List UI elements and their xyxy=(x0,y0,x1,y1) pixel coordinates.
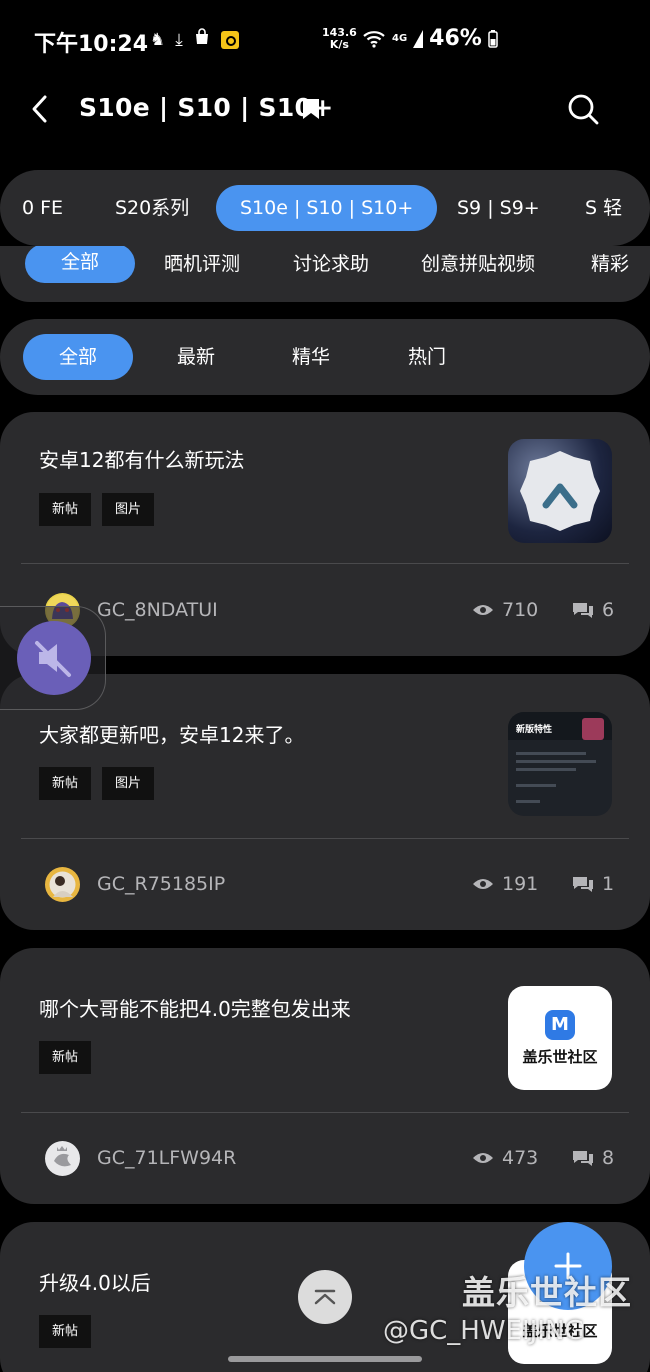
comment-count: 6 xyxy=(572,599,614,621)
floating-mute-button[interactable] xyxy=(0,606,106,710)
scroll-to-top-button[interactable] xyxy=(298,1270,352,1324)
tag-image: 图片 xyxy=(102,493,155,526)
network-speed-unit: K/s xyxy=(329,38,349,51)
battery-percent: 46% xyxy=(429,26,482,51)
post-title: 安卓12都有什么新玩法 xyxy=(39,448,245,472)
sort-tabs: 全部 最新 精华 热门 xyxy=(0,319,650,395)
category-all[interactable]: 全部 xyxy=(25,246,136,283)
eye-icon xyxy=(473,605,493,615)
crown-bird-avatar-icon xyxy=(46,1142,79,1175)
network-speed: 143.6 K/s xyxy=(322,27,357,51)
post-author[interactable]: GC_71LFW94R xyxy=(97,1147,236,1169)
comment-count-value: 8 xyxy=(602,1147,615,1169)
view-count: 473 xyxy=(472,1147,538,1169)
search-icon[interactable] xyxy=(566,92,600,126)
comment-count-value: 1 xyxy=(602,873,615,895)
back-arrow-icon[interactable] xyxy=(26,92,56,126)
post-title: 哪个大哥能不能把4.0完整包发出来 xyxy=(39,997,351,1021)
android12-logo-icon xyxy=(520,451,600,531)
post-thumbnail: 新版特性 xyxy=(508,712,612,816)
sort-hot[interactable]: 热门 xyxy=(408,334,446,380)
signal-icon xyxy=(413,29,424,48)
post-author[interactable]: GC_R75185IP xyxy=(97,873,225,895)
comment-count: 1 xyxy=(572,873,614,895)
divider xyxy=(21,563,629,564)
shopping-bag-icon xyxy=(193,28,211,51)
category-creative-video[interactable]: 创意拼贴视频 xyxy=(421,246,535,285)
chevron-up-icon xyxy=(314,1289,336,1305)
divider xyxy=(21,1112,629,1113)
post-author[interactable]: GC_8NDATUI xyxy=(97,599,218,621)
notification-person-icon: ♞ xyxy=(150,29,166,50)
community-logo-icon: M xyxy=(545,1010,575,1040)
tab-s20-fe[interactable]: 0 FE xyxy=(22,185,63,231)
status-right: 4G 46% xyxy=(362,26,498,51)
tag-new: 新帖 xyxy=(39,1041,92,1074)
post-card[interactable]: 哪个大哥能不能把4.0完整包发出来 新帖 M 盖乐世社区 GC_71LFW94R… xyxy=(0,948,650,1204)
eye-icon xyxy=(473,879,493,889)
network-type: 4G xyxy=(392,33,408,44)
bookmark-icon[interactable] xyxy=(302,98,320,120)
view-count-value: 710 xyxy=(502,599,539,621)
comment-count-value: 6 xyxy=(602,599,615,621)
status-bar: 下午10:24 ♞ ⤓ 143.6 K/s 4G 46% xyxy=(0,0,650,78)
view-count: 191 xyxy=(472,873,538,895)
download-icon: ⤓ xyxy=(175,29,183,50)
thumbnail-heading: 新版特性 xyxy=(516,725,553,735)
tag-new: 新帖 xyxy=(39,767,92,800)
category-tabs: 全部 晒机评测 讨论求助 创意拼贴视频 精彩 xyxy=(0,246,650,302)
category-discussion[interactable]: 讨论求助 xyxy=(293,246,369,285)
post-title: 大家都更新吧，安卓12来了。 xyxy=(39,723,305,747)
app-notification-icon xyxy=(220,30,239,49)
page-title: S10e | S10 | S10+ xyxy=(79,93,334,122)
comment-icon xyxy=(573,603,593,618)
wifi-icon xyxy=(363,30,385,48)
watermark-author: @GC_HWEIJING xyxy=(383,1316,585,1346)
view-count-value: 191 xyxy=(502,873,539,895)
avatar[interactable] xyxy=(45,1141,80,1176)
divider xyxy=(21,838,629,839)
comment-icon xyxy=(573,877,593,892)
status-notification-icons: ♞ ⤓ xyxy=(150,28,239,51)
tab-s9-series[interactable]: S9 | S9+ xyxy=(457,185,540,231)
user-photo-avatar-icon xyxy=(46,868,79,901)
view-count-value: 473 xyxy=(502,1147,539,1169)
tab-s-light[interactable]: S 轻 xyxy=(585,185,622,231)
status-time: 下午10:24 xyxy=(34,32,149,57)
tag-image: 图片 xyxy=(102,767,155,800)
tab-s10-series[interactable]: S10e | S10 | S10+ xyxy=(216,185,438,231)
sort-latest[interactable]: 最新 xyxy=(177,334,215,380)
tag-new: 新帖 xyxy=(39,493,92,526)
tag-new: 新帖 xyxy=(39,1315,92,1348)
mute-badge xyxy=(17,621,91,695)
tab-s20-series[interactable]: S20系列 xyxy=(115,185,189,231)
sort-all[interactable]: 全部 xyxy=(23,334,134,380)
watermark-community: 盖乐世社区 xyxy=(462,1273,632,1312)
view-count: 710 xyxy=(472,599,538,621)
top-app-bar: S10e | S10 | S10+ xyxy=(0,78,650,140)
comment-icon xyxy=(573,1151,593,1166)
thumbnail-caption: 盖乐世社区 xyxy=(522,1048,598,1066)
post-card[interactable]: 大家都更新吧，安卓12来了。 新帖 图片 新版特性 GC_R75185IP 19… xyxy=(0,674,650,930)
battery-icon xyxy=(488,29,498,48)
eye-icon xyxy=(473,1153,493,1163)
device-tabs: 0 FE S20系列 S10e | S10 | S10+ S9 | S9+ S … xyxy=(0,170,650,246)
category-review[interactable]: 晒机评测 xyxy=(164,246,240,285)
home-indicator[interactable] xyxy=(228,1356,422,1362)
post-thumbnail xyxy=(508,439,612,543)
comment-count: 8 xyxy=(572,1147,614,1169)
avatar[interactable] xyxy=(45,867,80,902)
sort-essence[interactable]: 精华 xyxy=(292,334,330,380)
category-featured[interactable]: 精彩 xyxy=(591,246,629,285)
muted-speaker-icon xyxy=(35,641,71,677)
post-thumbnail: M 盖乐世社区 xyxy=(508,986,612,1090)
post-title: 升级4.0以后 xyxy=(39,1271,151,1295)
